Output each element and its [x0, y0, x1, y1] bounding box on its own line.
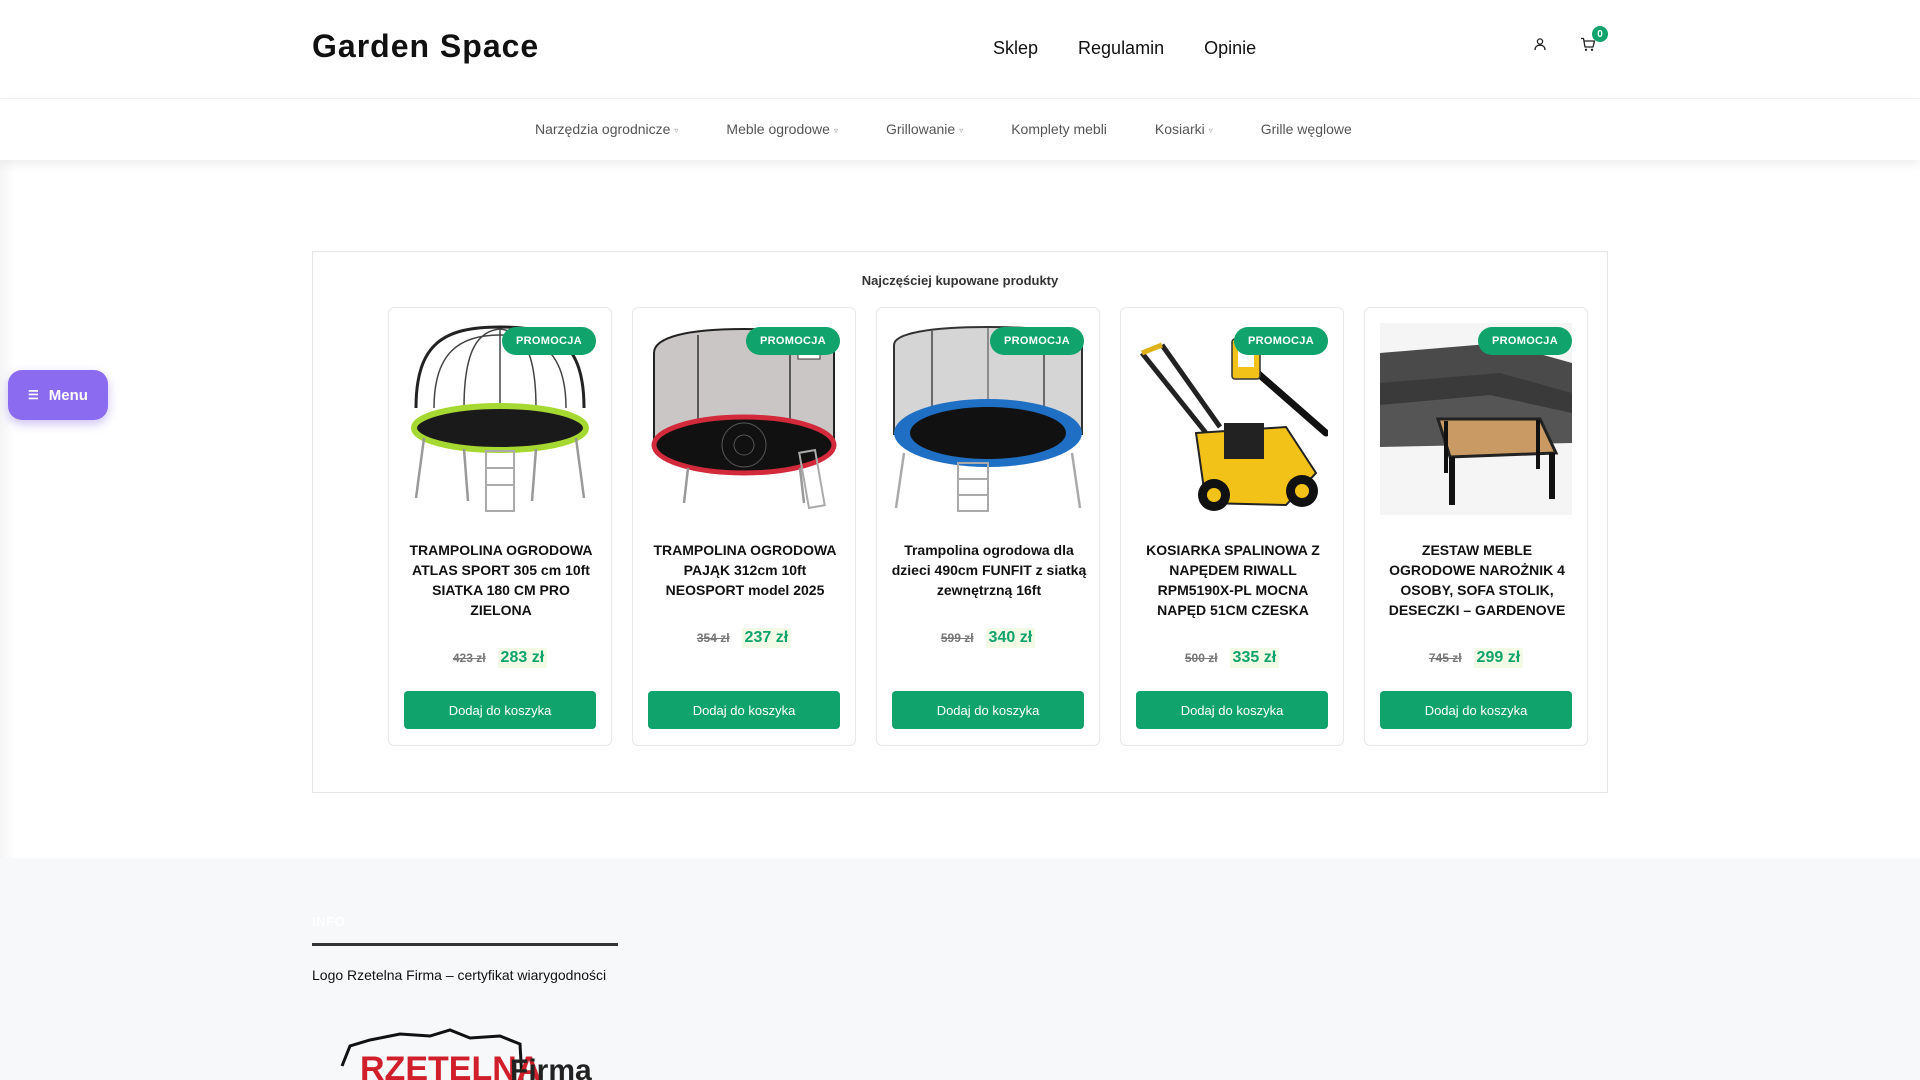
- nav-link-sklep[interactable]: Sklep: [993, 38, 1038, 59]
- category-label: Komplety mebli: [1011, 121, 1107, 137]
- chevron-down-icon: ▿: [1208, 126, 1213, 135]
- new-price: 283 zł: [497, 648, 548, 668]
- footer-heading: INFO: [312, 914, 346, 929]
- hamburger-icon: ☰: [28, 388, 39, 402]
- new-price: 299 zł: [1473, 648, 1524, 668]
- promo-badge: PROMOCJA: [1478, 327, 1572, 355]
- product-name[interactable]: ZESTAW MEBLE OGRODOWE NAROŻNIK 4 OSOBY, …: [1377, 540, 1577, 620]
- category-narzedzia[interactable]: Narzędzia ogrodnicze ▿: [535, 121, 678, 137]
- promo-badge: PROMOCJA: [746, 327, 840, 355]
- svg-text:Firma: Firma: [510, 1054, 592, 1080]
- category-label: Grillowanie: [885, 121, 956, 137]
- floating-menu-label: Menu: [48, 386, 88, 404]
- new-price: 335 zł: [1229, 648, 1280, 668]
- price-row: 745 zł 299 zł: [1365, 648, 1587, 668]
- chevron-down-icon: ▿: [674, 126, 679, 135]
- category-grillowanie[interactable]: Grillowanie ▿: [886, 121, 963, 137]
- old-price: 500 zł: [1184, 651, 1218, 665]
- price-row: 423 zł 283 zł: [389, 648, 611, 668]
- product-card[interactable]: PROMOCJA TRAMPOLINA OGRODOWA ATLAS SPORT…: [388, 307, 612, 746]
- rzetelna-firma-logo[interactable]: RZETELNA Firma: [340, 1026, 610, 1080]
- brand-logo[interactable]: Garden Space: [312, 28, 539, 65]
- price-row: 354 zł 237 zł: [633, 628, 855, 648]
- old-price: 423 zł: [452, 651, 486, 665]
- promo-badge: PROMOCJA: [990, 327, 1084, 355]
- category-grille[interactable]: Grille węglowe: [1261, 121, 1352, 137]
- add-to-cart-button[interactable]: Dodaj do koszyka: [1380, 691, 1572, 729]
- product-card[interactable]: PROMOCJA TRAMPOLINA OGRODOWA PAJĄK 312cm…: [632, 307, 856, 746]
- user-icon[interactable]: [1530, 34, 1550, 54]
- product-name[interactable]: KOSIARKA SPALINOWA Z NAPĘDEM RIWALL RPM5…: [1133, 540, 1333, 620]
- old-price: 354 zł: [696, 631, 730, 645]
- price-row: 500 zł 335 zł: [1121, 648, 1343, 668]
- nav-link-opinie[interactable]: Opinie: [1204, 38, 1256, 59]
- add-to-cart-button[interactable]: Dodaj do koszyka: [404, 691, 596, 729]
- category-nav: Narzędzia ogrodnicze ▿ Meble ogrodowe ▿ Gr…: [0, 98, 1920, 160]
- main-nav: Sklep Regulamin Opinie: [993, 38, 1256, 59]
- category-label: Kosiarki: [1154, 121, 1205, 137]
- product-card[interactable]: PROMOCJA KOSIARKA SPALINOWA Z NAPĘDEM RI…: [1120, 307, 1344, 746]
- section-title: Najczęściej kupowane produkty: [861, 273, 1059, 288]
- site-footer: INFO Logo Rzetelna Firma – certyfikat wi…: [0, 858, 1920, 1080]
- nav-link-regulamin[interactable]: Regulamin: [1078, 38, 1164, 59]
- site-header: Garden Space Sklep Regulamin Opinie 0: [0, 0, 1920, 98]
- add-to-cart-button[interactable]: Dodaj do koszyka: [648, 691, 840, 729]
- product-name[interactable]: Trampolina ogrodowa dla dzieci 490cm FUN…: [889, 540, 1089, 600]
- product-card[interactable]: PROMOCJA ZESTAW MEBLE OGRODOWE NAROŻNIK …: [1364, 307, 1588, 746]
- chevron-down-icon: ▿: [833, 126, 838, 135]
- header-icons: 0: [1530, 26, 1608, 54]
- chevron-down-icon: ▿: [959, 126, 964, 135]
- footer-certificate-text: Logo Rzetelna Firma – certyfikat wiarygo…: [312, 967, 607, 983]
- promo-badge: PROMOCJA: [502, 327, 596, 355]
- add-to-cart-button[interactable]: Dodaj do koszyka: [892, 691, 1084, 729]
- cart-icon[interactable]: 0: [1578, 26, 1608, 54]
- add-to-cart-button[interactable]: Dodaj do koszyka: [1136, 691, 1328, 729]
- price-row: 599 zł 340 zł: [877, 628, 1099, 648]
- floating-menu-button[interactable]: ☰ Menu: [8, 370, 108, 420]
- old-price: 599 zł: [940, 631, 974, 645]
- category-komplety[interactable]: Komplety mebli: [1011, 121, 1107, 137]
- category-label: Narzędzia ogrodnicze: [535, 121, 671, 137]
- product-name[interactable]: TRAMPOLINA OGRODOWA ATLAS SPORT 305 cm 1…: [401, 540, 601, 620]
- category-kosiarki[interactable]: Kosiarki ▿: [1155, 121, 1213, 137]
- new-price: 237 zł: [741, 628, 792, 648]
- category-meble[interactable]: Meble ogrodowe ▿: [726, 121, 838, 137]
- product-card[interactable]: PROMOCJA Trampolina ogrodowa dla dzieci …: [876, 307, 1100, 746]
- new-price: 340 zł: [985, 628, 1036, 648]
- footer-divider: [312, 943, 618, 946]
- promo-badge: PROMOCJA: [1234, 327, 1328, 355]
- product-name[interactable]: TRAMPOLINA OGRODOWA PAJĄK 312cm 10ft NEO…: [645, 540, 845, 600]
- category-label: Grille węglowe: [1260, 121, 1352, 137]
- old-price: 745 zł: [1428, 651, 1462, 665]
- bestsellers-section: Najczęściej kupowane produkty PROMOCJA T…: [312, 251, 1608, 793]
- category-label: Meble ogrodowe: [726, 121, 830, 137]
- cart-count-badge: 0: [1592, 26, 1608, 42]
